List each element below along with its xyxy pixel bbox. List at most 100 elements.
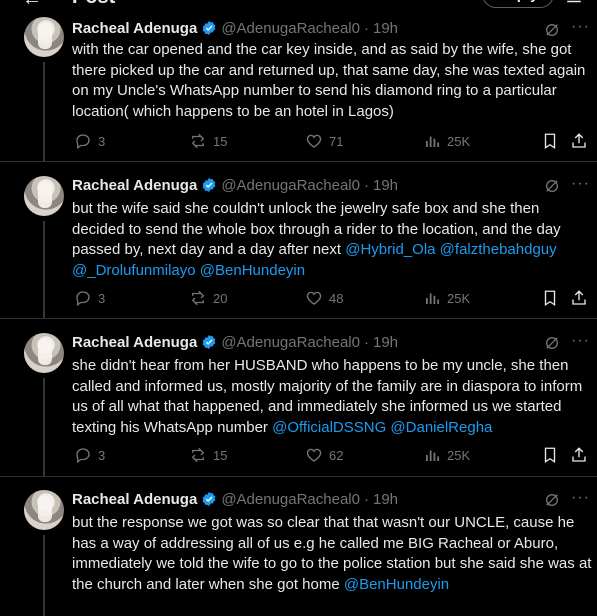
like-action[interactable]: 71 — [305, 132, 343, 150]
timestamp[interactable]: 19h — [373, 491, 398, 508]
bookmark-icon[interactable] — [541, 132, 565, 150]
mention-link[interactable]: @falzthebahdguy — [440, 241, 557, 258]
mention-link[interactable]: @BenHundeyin — [344, 576, 449, 593]
action-bar: 3 20 48 25K — [72, 289, 592, 309]
share-icon[interactable] — [570, 289, 594, 307]
like-count: 71 — [329, 133, 344, 149]
author-handle[interactable]: @AdenugaRacheal0 — [221, 491, 360, 508]
separator-dot: · — [363, 333, 369, 351]
mention-link[interactable]: @OfficialDSSNG — [272, 419, 386, 436]
timestamp[interactable]: 19h — [373, 20, 398, 37]
more-options-icon[interactable]: ··· — [571, 18, 590, 36]
tweet-header: Racheal Adenuga @AdenugaRacheal0 · 19h — [72, 18, 398, 38]
separator-dot: · — [363, 490, 369, 508]
views-action[interactable]: 25K — [423, 446, 470, 464]
like-action[interactable]: 62 — [305, 446, 343, 464]
reply-action[interactable]: 3 — [74, 446, 105, 464]
share-icon[interactable] — [570, 132, 594, 150]
views-count: 25K — [447, 447, 471, 463]
grok-icon[interactable] — [544, 178, 560, 199]
author-name[interactable]: Racheal Adenuga — [72, 177, 197, 194]
timestamp[interactable]: 19h — [373, 177, 398, 194]
mention-link[interactable]: @BenHundeyin — [200, 262, 305, 279]
page-title: Post — [72, 0, 115, 9]
tweet-body: but the response we got was so clear tha… — [72, 514, 592, 593]
verified-badge-icon — [201, 334, 217, 350]
reply-count: 3 — [98, 290, 106, 306]
author-handle[interactable]: @AdenugaRacheal0 — [221, 334, 360, 351]
timestamp[interactable]: 19h — [373, 334, 398, 351]
views-icon — [426, 136, 440, 147]
views-action[interactable]: 25K — [423, 132, 470, 150]
like-count: 48 — [329, 290, 344, 306]
like-count: 62 — [329, 447, 344, 463]
views-count: 25K — [447, 133, 471, 149]
separator-dot: · — [363, 176, 369, 194]
views-icon — [426, 450, 440, 461]
repost-count: 15 — [213, 133, 228, 149]
reply-action[interactable]: 3 — [74, 132, 105, 150]
mention-link[interactable]: @Hybrid_Ola — [345, 241, 435, 258]
like-action[interactable]: 48 — [305, 289, 343, 307]
reply-icon — [76, 291, 90, 307]
avatar[interactable] — [24, 333, 64, 373]
thread-line — [43, 378, 45, 476]
views-icon — [426, 293, 440, 304]
reply-count: 3 — [98, 447, 106, 463]
tweet-body: with the car opened and the car key insi… — [72, 41, 586, 120]
heart-icon — [306, 134, 322, 148]
thread-line — [43, 62, 45, 161]
author-name[interactable]: Racheal Adenuga — [72, 334, 197, 351]
thread-line — [43, 221, 45, 318]
grok-icon[interactable] — [544, 335, 560, 356]
share-icon[interactable] — [570, 446, 594, 464]
views-count: 25K — [447, 290, 471, 306]
separator-dot: · — [363, 19, 369, 37]
reply-icon — [76, 448, 90, 464]
tweet[interactable]: Racheal Adenuga @AdenugaRacheal0 · 19h ·… — [0, 476, 597, 616]
repost-icon — [191, 447, 205, 463]
back-arrow-icon[interactable]: ← — [22, 0, 42, 11]
more-options-icon[interactable]: ··· — [571, 489, 590, 507]
heart-icon — [306, 448, 322, 462]
avatar[interactable] — [24, 176, 64, 216]
reply-button[interactable]: Reply — [482, 0, 554, 8]
avatar[interactable] — [24, 490, 64, 530]
tune-icon[interactable] — [565, 0, 583, 11]
avatar[interactable] — [24, 17, 64, 57]
mention-link[interactable]: @_Drolufunmilayo — [72, 262, 196, 279]
mention-link[interactable]: @DanielRegha — [390, 419, 492, 436]
repost-count: 20 — [213, 290, 228, 306]
tweet-text: but the wife said she couldn't unlock th… — [72, 199, 592, 281]
author-name[interactable]: Racheal Adenuga — [72, 20, 197, 37]
tweet-text: she didn't hear from her HUSBAND who hap… — [72, 356, 592, 438]
more-options-icon[interactable]: ··· — [571, 175, 590, 193]
more-options-icon[interactable]: ··· — [571, 332, 590, 350]
repost-action[interactable]: 15 — [189, 132, 227, 150]
tweet[interactable]: Racheal Adenuga @AdenugaRacheal0 · 19h ·… — [0, 318, 597, 477]
repost-action[interactable]: 15 — [189, 446, 227, 464]
action-bar: 3 15 62 25K — [72, 446, 592, 466]
author-name[interactable]: Racheal Adenuga — [72, 491, 197, 508]
tweet-text: with the car opened and the car key insi… — [72, 40, 592, 122]
reply-count: 3 — [98, 133, 106, 149]
author-handle[interactable]: @AdenugaRacheal0 — [221, 177, 360, 194]
tweet-text: but the response we got was so clear tha… — [72, 513, 592, 595]
views-action[interactable]: 25K — [423, 289, 470, 307]
top-bar: ← Post Reply — [0, 0, 597, 12]
repost-icon — [191, 290, 205, 306]
bookmark-icon[interactable] — [541, 446, 565, 464]
repost-action[interactable]: 20 — [189, 289, 227, 307]
thread-line — [43, 535, 45, 616]
reply-icon — [76, 134, 90, 150]
heart-icon — [306, 291, 322, 305]
author-handle[interactable]: @AdenugaRacheal0 — [221, 20, 360, 37]
tweet-header: Racheal Adenuga @AdenugaRacheal0 · 19h — [72, 489, 398, 509]
grok-icon[interactable] — [544, 492, 560, 513]
tweet[interactable]: Racheal Adenuga @AdenugaRacheal0 · 19h ·… — [0, 161, 597, 319]
tweet[interactable]: Racheal Adenuga @AdenugaRacheal0 · 19h ·… — [0, 12, 597, 162]
reply-action[interactable]: 3 — [74, 289, 105, 307]
verified-badge-icon — [201, 491, 217, 507]
bookmark-icon[interactable] — [541, 289, 565, 307]
tweet-header: Racheal Adenuga @AdenugaRacheal0 · 19h — [72, 332, 398, 352]
